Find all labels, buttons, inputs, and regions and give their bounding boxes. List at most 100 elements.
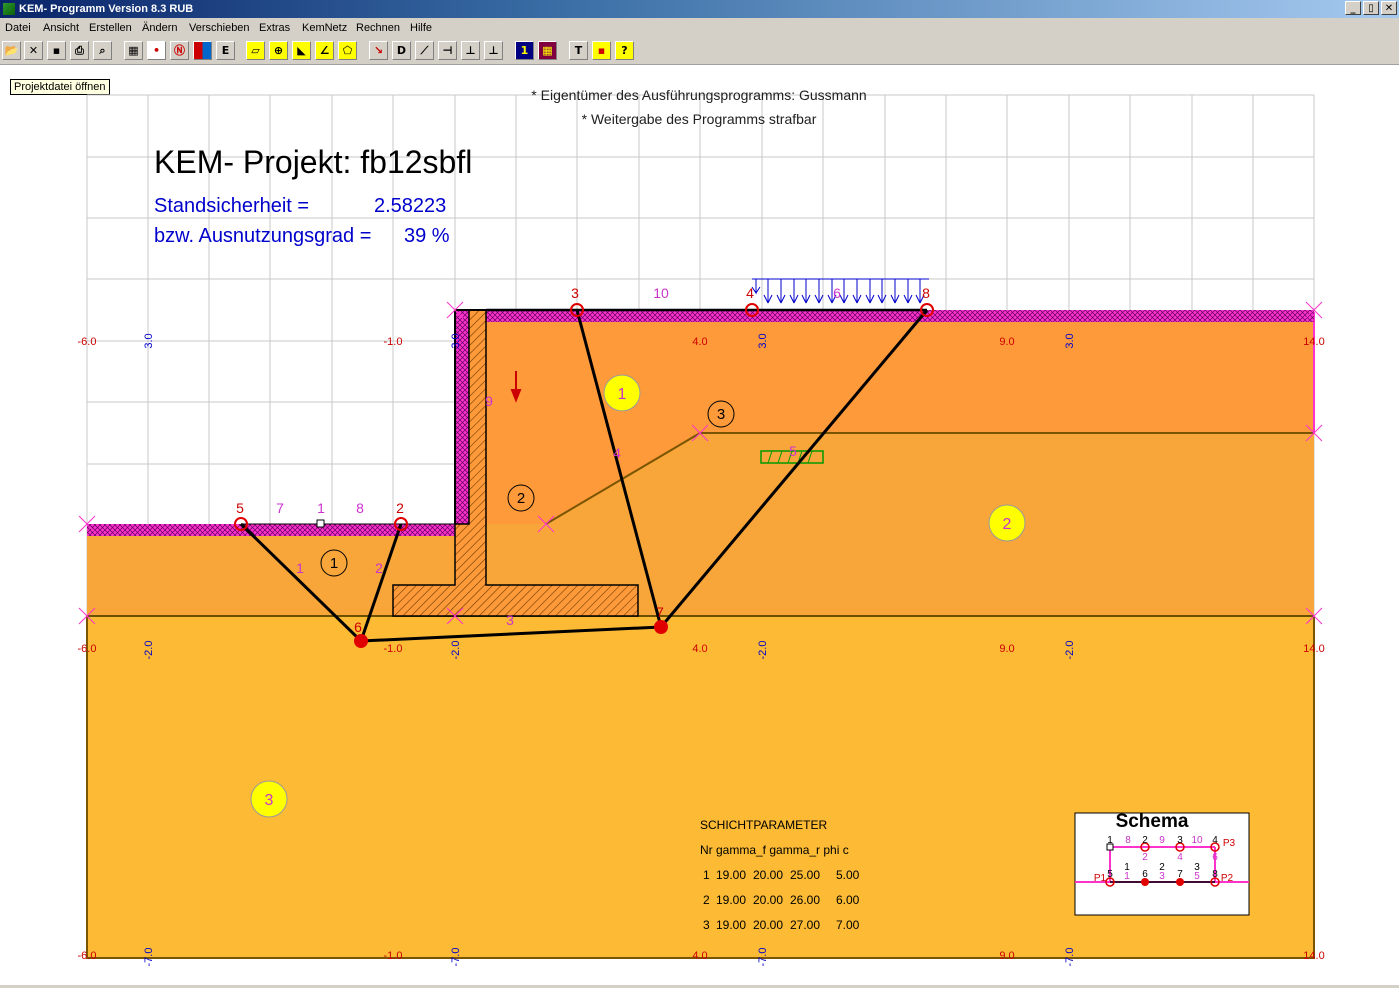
svg-text:P2: P2 bbox=[1221, 873, 1234, 884]
zoom-icon[interactable]: ⊕ bbox=[269, 41, 288, 60]
menu-kemnetz[interactable]: KemNetz bbox=[302, 18, 347, 38]
drawing-canvas[interactable]: * Eigentümer des Ausführungsprogramms: G… bbox=[0, 65, 1399, 988]
print-icon[interactable]: ⎙ bbox=[70, 41, 89, 60]
block-number-3: 3 bbox=[717, 406, 725, 423]
menu-aendern[interactable]: Ändern bbox=[142, 18, 177, 38]
svg-text:4: 4 bbox=[1177, 852, 1183, 863]
menu-extras[interactable]: Extras bbox=[259, 18, 290, 38]
line-label-10: 10 bbox=[653, 285, 669, 301]
close-doc-icon[interactable]: ✕ bbox=[24, 41, 43, 60]
edit-icon[interactable]: E bbox=[216, 41, 235, 60]
matrix-icon[interactable]: ▦ bbox=[538, 41, 557, 60]
svg-text:1: 1 bbox=[703, 868, 710, 882]
node-icon[interactable]: Ⓝ bbox=[170, 41, 189, 60]
z-tick: -2.0 bbox=[757, 641, 769, 660]
svg-text:7.00: 7.00 bbox=[836, 918, 860, 932]
svg-text:27.00: 27.00 bbox=[790, 918, 820, 932]
x-tick: -6.0 bbox=[78, 643, 97, 655]
number-icon[interactable]: 1 bbox=[515, 41, 534, 60]
node-label-8: 8 bbox=[922, 285, 930, 301]
node-label-6: 6 bbox=[354, 619, 362, 635]
support-icon[interactable]: ⊥ bbox=[484, 41, 503, 60]
svg-text:6: 6 bbox=[1142, 869, 1148, 880]
svg-text:20.00: 20.00 bbox=[753, 893, 783, 907]
x-tick: 14.0 bbox=[1303, 336, 1324, 348]
save-icon[interactable]: ▪ bbox=[47, 41, 66, 60]
text-icon[interactable]: T bbox=[569, 41, 588, 60]
svg-text:2: 2 bbox=[1142, 835, 1148, 846]
svg-text:20.00: 20.00 bbox=[753, 918, 783, 932]
open-icon[interactable]: 📂 bbox=[2, 41, 21, 60]
preview-icon[interactable]: ⌕ bbox=[93, 41, 112, 60]
menu-erstellen[interactable]: Erstellen bbox=[89, 18, 132, 38]
wall-icon[interactable]: ⊣ bbox=[438, 41, 457, 60]
point-icon[interactable]: • bbox=[147, 41, 166, 60]
svg-text:5: 5 bbox=[1107, 869, 1113, 880]
menu-rechnen[interactable]: Rechnen bbox=[356, 18, 400, 38]
help-icon[interactable]: ? bbox=[615, 41, 634, 60]
schema-title: Schema bbox=[1116, 811, 1189, 832]
z-tick: -7.0 bbox=[143, 948, 155, 967]
dim-icon[interactable]: D bbox=[392, 41, 411, 60]
z-tick: -2.0 bbox=[143, 641, 155, 660]
node-label-5: 5 bbox=[236, 500, 244, 516]
menu-verschieben[interactable]: Verschieben bbox=[189, 18, 250, 38]
minimize-button[interactable]: _ bbox=[1345, 1, 1361, 15]
angle-icon[interactable]: ∠ bbox=[315, 41, 334, 60]
x-tick: 4.0 bbox=[692, 643, 707, 655]
node-label-2: 2 bbox=[396, 500, 404, 516]
z-tick: -7.0 bbox=[1064, 948, 1076, 967]
svg-text:6: 6 bbox=[1212, 852, 1218, 863]
z-tick: 3.0 bbox=[757, 333, 769, 348]
x-tick: -1.0 bbox=[384, 336, 403, 348]
svg-text:25.00: 25.00 bbox=[790, 868, 820, 882]
z-tick: 3.0 bbox=[1064, 333, 1076, 348]
svg-text:6.00: 6.00 bbox=[836, 893, 860, 907]
polygon-icon[interactable]: ⬠ bbox=[338, 41, 357, 60]
copy-warning: * Weitergabe des Programms strafbar bbox=[582, 111, 817, 127]
line-label-6: 6 bbox=[833, 285, 841, 301]
surface-strip-right bbox=[486, 310, 1314, 322]
svg-text:1: 1 bbox=[1107, 835, 1113, 846]
table-row: 3 19.00 20.00 27.00 7.00 bbox=[703, 918, 860, 932]
line-label-5: 5 bbox=[789, 443, 797, 459]
menu-ansicht[interactable]: Ansicht bbox=[43, 18, 79, 38]
restore-button[interactable]: ▯ bbox=[1363, 1, 1379, 15]
line-label-2: 2 bbox=[375, 560, 383, 576]
svg-text:7: 7 bbox=[1177, 869, 1183, 880]
safety-value: 2.58223 bbox=[374, 195, 446, 217]
layer-icon[interactable]: ▱ bbox=[246, 41, 265, 60]
x-tick: 14.0 bbox=[1303, 950, 1324, 962]
soil-icon[interactable]: ◣ bbox=[292, 41, 311, 60]
legend-icon[interactable]: ▪ bbox=[592, 41, 611, 60]
menu-datei[interactable]: Datei bbox=[5, 18, 31, 38]
anchor-icon[interactable]: ⊥ bbox=[461, 41, 480, 60]
line-label-3: 3 bbox=[506, 612, 514, 628]
node-label-7: 7 bbox=[656, 604, 664, 620]
x-tick: 9.0 bbox=[999, 643, 1014, 655]
node-label-4: 4 bbox=[746, 285, 754, 301]
grid-icon[interactable]: ▦ bbox=[124, 41, 143, 60]
svg-text:8: 8 bbox=[1212, 869, 1218, 880]
node-1 bbox=[316, 519, 325, 528]
title-bar: KEM- Programm Version 8.3 RUB _ ▯ ✕ bbox=[0, 0, 1399, 18]
svg-text:9: 9 bbox=[1159, 835, 1165, 846]
line-label-1b: 1 bbox=[296, 560, 304, 576]
svg-text:1: 1 bbox=[1124, 871, 1130, 882]
table-header: Nr gamma_f gamma_r phi c bbox=[700, 843, 849, 857]
app-icon bbox=[3, 3, 15, 15]
color-icon[interactable] bbox=[193, 41, 212, 60]
window-title: KEM- Programm Version 8.3 RUB bbox=[19, 3, 194, 15]
svg-text:P3: P3 bbox=[1223, 838, 1236, 849]
table-row: 1 19.00 20.00 25.00 5.00 bbox=[703, 868, 860, 882]
menu-hilfe[interactable]: Hilfe bbox=[410, 18, 432, 38]
line-icon[interactable]: ⟋ bbox=[415, 41, 434, 60]
force-icon[interactable]: ↘ bbox=[369, 41, 388, 60]
menu-bar: Datei Ansicht Erstellen Ändern Verschieb… bbox=[0, 18, 1399, 38]
util-label: bzw. Ausnutzungsgrad = bbox=[154, 225, 371, 247]
close-button[interactable]: ✕ bbox=[1381, 1, 1397, 15]
x-tick: 4.0 bbox=[692, 336, 707, 348]
svg-text:26.00: 26.00 bbox=[790, 893, 820, 907]
svg-text:5: 5 bbox=[1194, 871, 1200, 882]
schema-panel: Schema 1 2 3 4 8 9 10 2 4 6 1 2 3 5 6 7 … bbox=[1074, 811, 1250, 916]
